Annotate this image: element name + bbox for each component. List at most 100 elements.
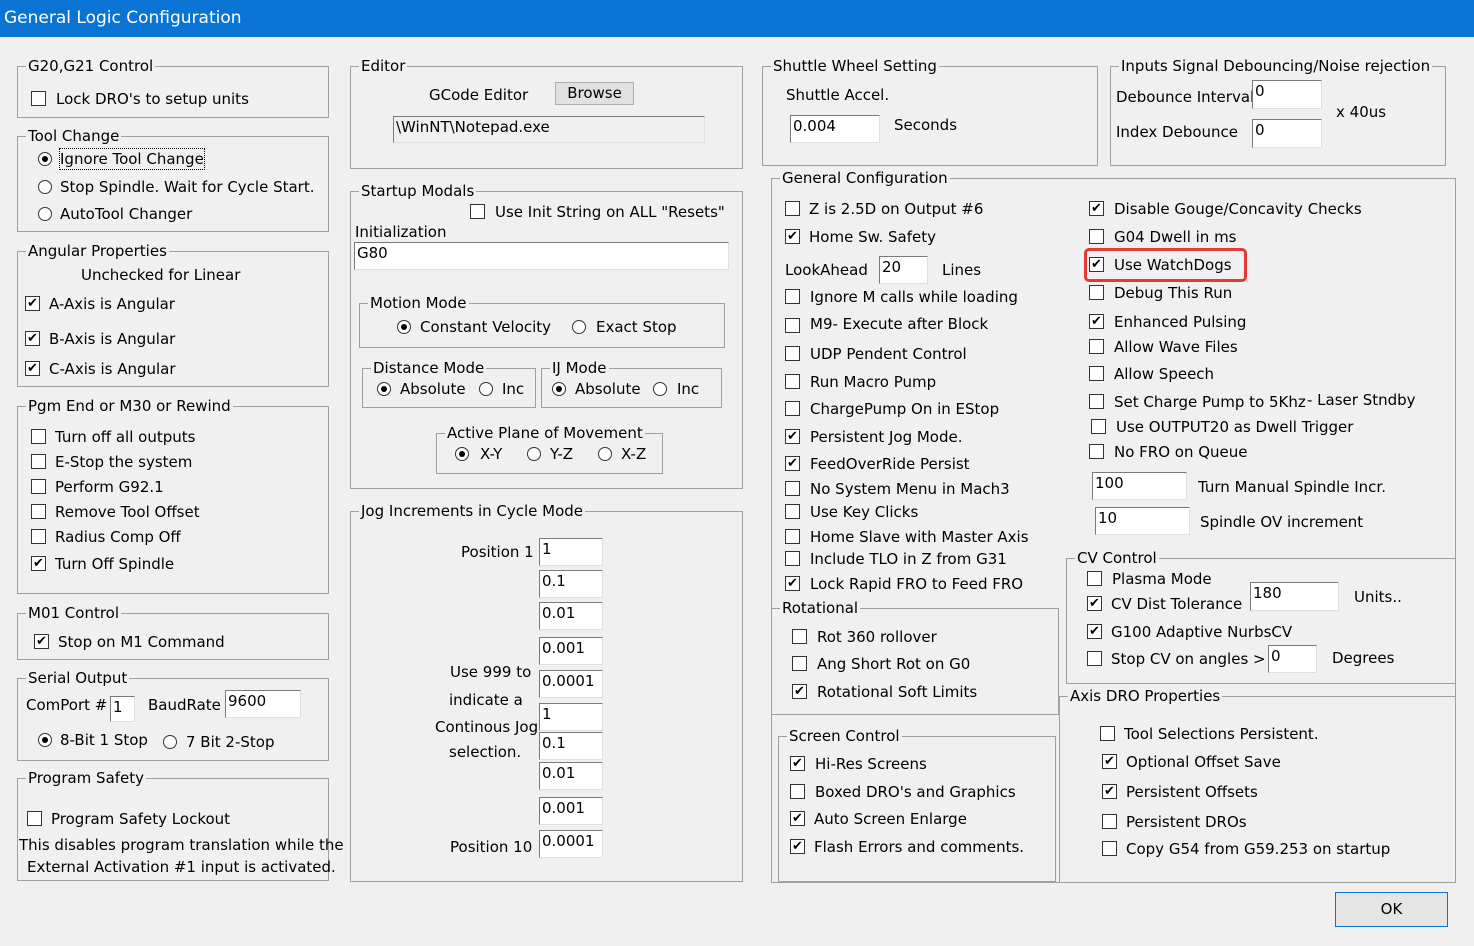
no-system-menu-checkbox[interactable] bbox=[785, 481, 800, 496]
jog-field-10[interactable]: 0.0001 bbox=[539, 830, 603, 858]
radius-comp-checkbox[interactable] bbox=[31, 529, 46, 544]
g92-checkbox[interactable] bbox=[31, 479, 46, 494]
a-axis-label: A-Axis is Angular bbox=[49, 295, 175, 313]
debug-run-checkbox[interactable] bbox=[1089, 285, 1104, 300]
persistent-jog-checkbox[interactable]: ✔ bbox=[785, 429, 800, 444]
baud-label: BaudRate bbox=[148, 696, 221, 714]
z-25d-checkbox[interactable] bbox=[785, 201, 800, 216]
cv-dist-field[interactable]: 180 bbox=[1250, 582, 1339, 611]
ij-absolute-radio[interactable] bbox=[552, 382, 566, 396]
c-axis-checkbox[interactable]: ✔ bbox=[25, 361, 40, 376]
ij-inc-radio[interactable] bbox=[653, 382, 667, 396]
allow-speech-checkbox[interactable] bbox=[1089, 366, 1104, 381]
disable-gouge-checkbox[interactable]: ✔ bbox=[1089, 201, 1104, 216]
plane-xz-radio[interactable] bbox=[598, 447, 612, 461]
jog-note-3: Continous Jog bbox=[435, 718, 539, 736]
turn-off-outputs-checkbox[interactable] bbox=[31, 429, 46, 444]
run-macro-pump-checkbox[interactable] bbox=[785, 374, 800, 389]
home-slave-checkbox[interactable] bbox=[785, 529, 800, 544]
udp-pendent-checkbox[interactable] bbox=[785, 346, 800, 361]
8bit-radio[interactable] bbox=[38, 733, 52, 747]
m9-execute-checkbox[interactable] bbox=[785, 318, 800, 333]
hires-screens-checkbox[interactable]: ✔ bbox=[790, 756, 805, 771]
estop-checkbox[interactable] bbox=[31, 454, 46, 469]
ang-short-rot-checkbox[interactable] bbox=[792, 656, 807, 671]
g04-dwell-checkbox[interactable] bbox=[1089, 229, 1104, 244]
g20-title: G20,G21 Control bbox=[26, 56, 156, 76]
browse-button[interactable]: Browse bbox=[555, 82, 634, 105]
ok-button[interactable]: OK bbox=[1335, 892, 1448, 927]
use-init-checkbox[interactable] bbox=[470, 204, 485, 219]
distance-absolute-radio[interactable] bbox=[377, 382, 391, 396]
feedoverride-persist-label: FeedOverRide Persist bbox=[810, 455, 970, 473]
flash-errors-checkbox[interactable]: ✔ bbox=[790, 839, 805, 854]
rotational-soft-limits-checkbox[interactable]: ✔ bbox=[792, 684, 807, 699]
optional-offset-save-checkbox[interactable]: ✔ bbox=[1102, 754, 1117, 769]
jog-field-6[interactable]: 1 bbox=[539, 703, 603, 731]
g100-nurbs-checkbox[interactable]: ✔ bbox=[1087, 624, 1102, 639]
plane-yz-radio[interactable] bbox=[527, 447, 541, 461]
editor-path-field[interactable]: \WinNT\Notepad.exe bbox=[393, 116, 705, 143]
index-debounce-field[interactable]: 0 bbox=[1252, 119, 1322, 148]
use-watchdogs-checkbox[interactable]: ✔ bbox=[1089, 257, 1104, 272]
copy-g54-checkbox[interactable] bbox=[1102, 841, 1117, 856]
init-field[interactable]: G80 bbox=[354, 242, 729, 270]
a-axis-checkbox[interactable]: ✔ bbox=[25, 296, 40, 311]
use-output20-checkbox[interactable] bbox=[1091, 419, 1106, 434]
cv-angle-field[interactable]: 0 bbox=[1268, 645, 1317, 673]
include-tlo-checkbox[interactable] bbox=[785, 551, 800, 566]
allow-wave-checkbox[interactable] bbox=[1089, 339, 1104, 354]
jog-field-8[interactable]: 0.01 bbox=[539, 762, 603, 790]
ignore-tool-change-radio[interactable] bbox=[38, 152, 52, 166]
tool-selections-persistent-checkbox[interactable] bbox=[1100, 726, 1115, 741]
ignore-m-calls-checkbox[interactable] bbox=[785, 289, 800, 304]
use-key-clicks-checkbox[interactable] bbox=[785, 504, 800, 519]
shuttle-accel-field[interactable]: 0.004 bbox=[790, 115, 880, 143]
jog-field-4[interactable]: 0.001 bbox=[539, 637, 603, 665]
constant-velocity-radio[interactable] bbox=[397, 320, 411, 334]
exact-stop-radio[interactable] bbox=[572, 320, 586, 334]
remove-tool-offset-checkbox[interactable] bbox=[31, 504, 46, 519]
b-axis-checkbox[interactable]: ✔ bbox=[25, 331, 40, 346]
chargepump-estop-checkbox[interactable] bbox=[785, 401, 800, 416]
jog-field-9[interactable]: 0.001 bbox=[539, 797, 603, 825]
ij-absolute-label: Absolute bbox=[575, 380, 641, 398]
safety-lockout-checkbox[interactable] bbox=[27, 811, 42, 826]
stop-cv-angles-checkbox[interactable] bbox=[1087, 651, 1102, 666]
persistent-dros-checkbox[interactable] bbox=[1102, 814, 1117, 829]
cv-dist-checkbox[interactable]: ✔ bbox=[1087, 596, 1102, 611]
debounce-interval-field[interactable]: 0 bbox=[1252, 80, 1322, 109]
7bit-radio[interactable] bbox=[163, 735, 177, 749]
auto-screen-enlarge-checkbox[interactable]: ✔ bbox=[790, 811, 805, 826]
spindle-incr-field[interactable]: 100 bbox=[1092, 472, 1187, 500]
jog-field-5[interactable]: 0.0001 bbox=[539, 670, 603, 698]
feedoverride-persist-checkbox[interactable]: ✔ bbox=[785, 456, 800, 471]
ignore-tool-change-label: Ignore Tool Change bbox=[59, 148, 205, 170]
distance-inc-radio[interactable] bbox=[479, 382, 493, 396]
jog-field-1[interactable]: 1 bbox=[539, 538, 603, 566]
lock-rapid-fro-label: Lock Rapid FRO to Feed FRO bbox=[810, 575, 1024, 593]
jog-field-3[interactable]: 0.01 bbox=[539, 602, 603, 630]
baud-field[interactable]: 9600 bbox=[225, 690, 301, 718]
enhanced-pulsing-checkbox[interactable]: ✔ bbox=[1089, 314, 1104, 329]
stop-m1-checkbox[interactable]: ✔ bbox=[34, 634, 49, 649]
lock-dro-checkbox[interactable] bbox=[31, 91, 46, 106]
rot-360-checkbox[interactable] bbox=[792, 629, 807, 644]
turn-off-spindle-checkbox[interactable]: ✔ bbox=[31, 556, 46, 571]
plane-xy-radio[interactable] bbox=[455, 447, 469, 461]
jog-field-2[interactable]: 0.1 bbox=[539, 570, 603, 598]
lookahead-field[interactable]: 20 bbox=[879, 256, 928, 284]
rotational-soft-limits-label: Rotational Soft Limits bbox=[817, 683, 978, 701]
plasma-mode-checkbox[interactable] bbox=[1087, 571, 1102, 586]
persistent-offsets-checkbox[interactable]: ✔ bbox=[1102, 784, 1117, 799]
autotool-radio[interactable] bbox=[38, 207, 52, 221]
jog-field-7[interactable]: 0.1 bbox=[539, 732, 603, 760]
lock-rapid-fro-checkbox[interactable]: ✔ bbox=[785, 576, 800, 591]
stop-spindle-radio[interactable] bbox=[38, 180, 52, 194]
no-fro-queue-checkbox[interactable] bbox=[1089, 444, 1104, 459]
spindle-ov-field[interactable]: 10 bbox=[1095, 507, 1190, 535]
boxed-dros-checkbox[interactable] bbox=[790, 784, 805, 799]
comport-field[interactable]: 1 bbox=[110, 696, 135, 722]
home-sw-safety-checkbox[interactable]: ✔ bbox=[785, 229, 800, 244]
charge-pump-5khz-checkbox[interactable] bbox=[1089, 394, 1104, 409]
